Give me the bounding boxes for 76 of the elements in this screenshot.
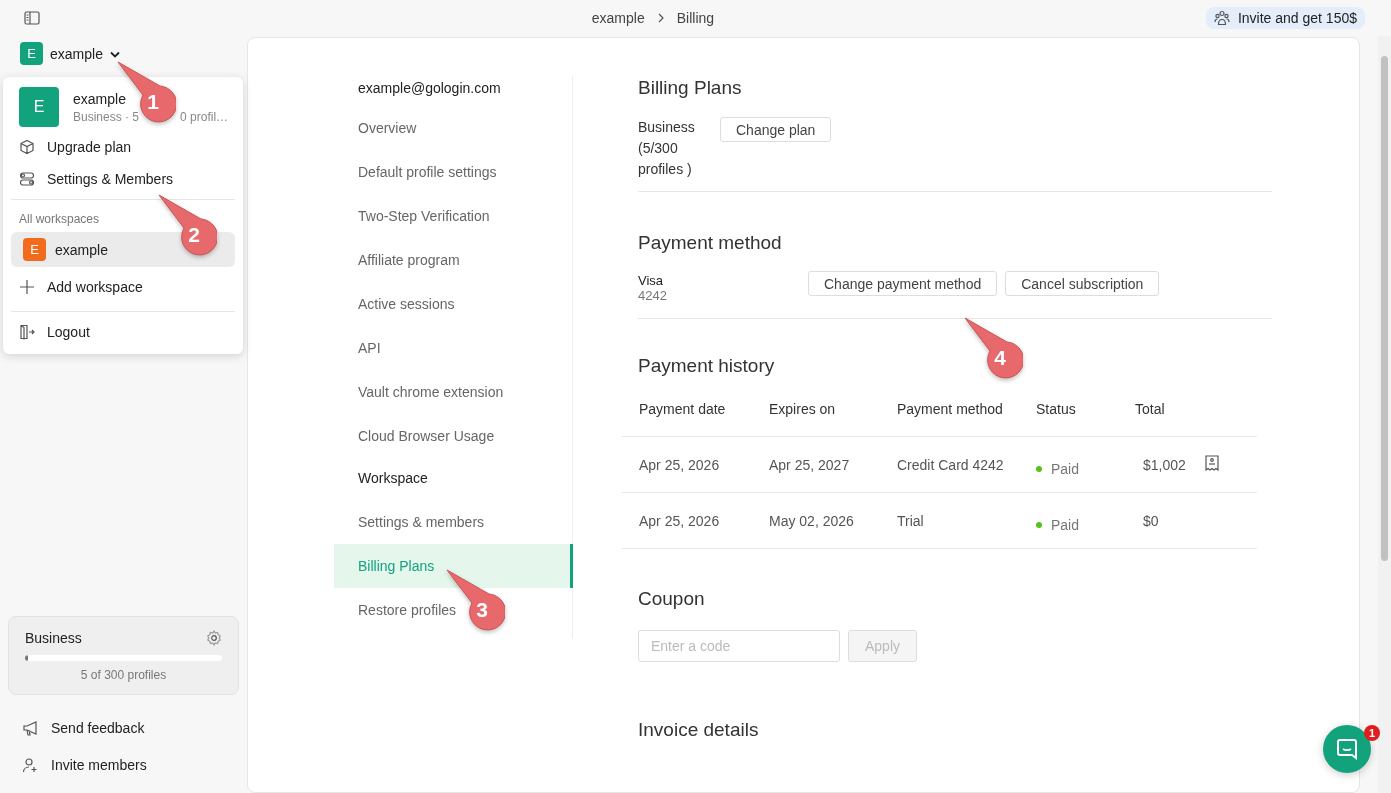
- cube-icon: [19, 139, 35, 155]
- callout-marker: 4: [963, 316, 1023, 380]
- workspace-plan: Business · 5: [73, 109, 140, 124]
- status-dot: [1036, 521, 1042, 528]
- settings-nav-item[interactable]: Affiliate program: [334, 238, 460, 282]
- breadcrumb-item[interactable]: Billing: [676, 10, 715, 26]
- menu-item[interactable]: Add workspace: [11, 267, 235, 307]
- table-cell-text: Credit Card 4242: [897, 456, 1005, 473]
- account-email: example@gologin.com: [357, 80, 502, 98]
- table-cell-text: Apr 25, 2027: [769, 456, 851, 473]
- settings-nav-item[interactable]: Overview: [334, 106, 417, 150]
- toggles-icon: [19, 171, 35, 187]
- logout-icon: [19, 324, 35, 340]
- section-title: Coupon: [638, 587, 705, 611]
- settings-nav-item[interactable]: Cloud Browser Usage: [334, 414, 495, 458]
- workspace-switcher[interactable]: E example: [8, 42, 120, 65]
- sidebar-item[interactable]: Invite members: [8, 746, 239, 783]
- workspace-avatar: E: [23, 238, 46, 261]
- megaphone-icon: [22, 719, 38, 736]
- plan-label: Business (5/300 profiles ): [638, 118, 696, 179]
- table-cell-text: $1,002: [1142, 456, 1187, 473]
- chevron-right-icon: [656, 13, 665, 23]
- table-cell-text: Apr 25, 2026: [639, 512, 721, 529]
- settings-nav-item[interactable]: Restore profiles: [334, 588, 457, 632]
- menu-item[interactable]: Logout: [11, 316, 235, 348]
- section-title: Payment history: [638, 354, 775, 378]
- column-header: Expires on: [769, 401, 837, 417]
- menu-item[interactable]: Settings & Members: [11, 163, 235, 195]
- sidebar-toggle-icon: [24, 11, 40, 25]
- column-header: Total: [1135, 401, 1166, 417]
- coupon-field[interactable]: Enter a code: [638, 630, 840, 662]
- notification-badge: 1: [1364, 725, 1380, 741]
- settings-nav-item[interactable]: Active sessions: [334, 282, 455, 326]
- add-user-icon: [22, 756, 38, 773]
- settings-nav-item[interactable]: Default profile settings: [334, 150, 497, 194]
- callout-marker: 2: [157, 193, 217, 257]
- plus-icon: [19, 279, 35, 295]
- card-brand: Visa: [638, 273, 665, 288]
- sidebar-item[interactable]: Send feedback: [8, 709, 239, 746]
- section-title: Payment method: [638, 231, 782, 255]
- column-header: Payment date: [639, 401, 727, 417]
- breadcrumb-item[interactable]: example: [591, 10, 645, 26]
- payment-button[interactable]: Cancel subscription: [1005, 271, 1160, 296]
- card-number: 4242: [638, 288, 668, 303]
- table-cell-text: $0: [1142, 512, 1160, 529]
- chat-icon: [1336, 738, 1358, 760]
- status-text: Paid: [1051, 516, 1080, 533]
- status-dot: [1036, 465, 1042, 472]
- invite-button[interactable]: Invite and get 150$: [1205, 7, 1365, 29]
- table-cell-text: Trial: [897, 512, 925, 529]
- column-header: Status: [1036, 401, 1077, 417]
- workspace-avatar: E: [19, 87, 59, 127]
- settings-icon: [206, 630, 222, 646]
- change-plan-button[interactable]: Change plan: [720, 117, 832, 142]
- menu-section-label: All workspaces: [18, 211, 101, 228]
- workspace-plan: 0 profil…: [180, 109, 229, 124]
- settings-nav-item[interactable]: Two-Step Verification: [334, 194, 490, 238]
- section-title: Invoice details: [638, 718, 759, 742]
- settings-nav-item[interactable]: Settings & members: [334, 500, 485, 544]
- scrollbar[interactable]: [1378, 36, 1391, 793]
- receipt-icon[interactable]: [1205, 455, 1219, 471]
- table-cell-text: Apr 25, 2026: [639, 456, 721, 473]
- plan-name: Business: [25, 630, 82, 646]
- workspace-name: example: [73, 90, 126, 107]
- settings-nav-item[interactable]: Vault chrome extension: [334, 370, 504, 414]
- settings-nav-item[interactable]: API: [334, 326, 381, 370]
- profile-count: 5 of 300 profiles: [79, 668, 168, 682]
- section-title: Billing Plans: [638, 76, 742, 100]
- status-text: Paid: [1051, 460, 1080, 477]
- people-icon: [1213, 10, 1230, 26]
- column-header: Payment method: [897, 401, 1004, 417]
- nav-section-heading: Workspace: [357, 469, 429, 488]
- menu-item[interactable]: Upgrade plan: [11, 131, 235, 163]
- chevron-down-icon: [109, 50, 120, 59]
- table-cell-text: May 02, 2026: [769, 512, 855, 529]
- payment-button[interactable]: Change payment method: [808, 271, 998, 296]
